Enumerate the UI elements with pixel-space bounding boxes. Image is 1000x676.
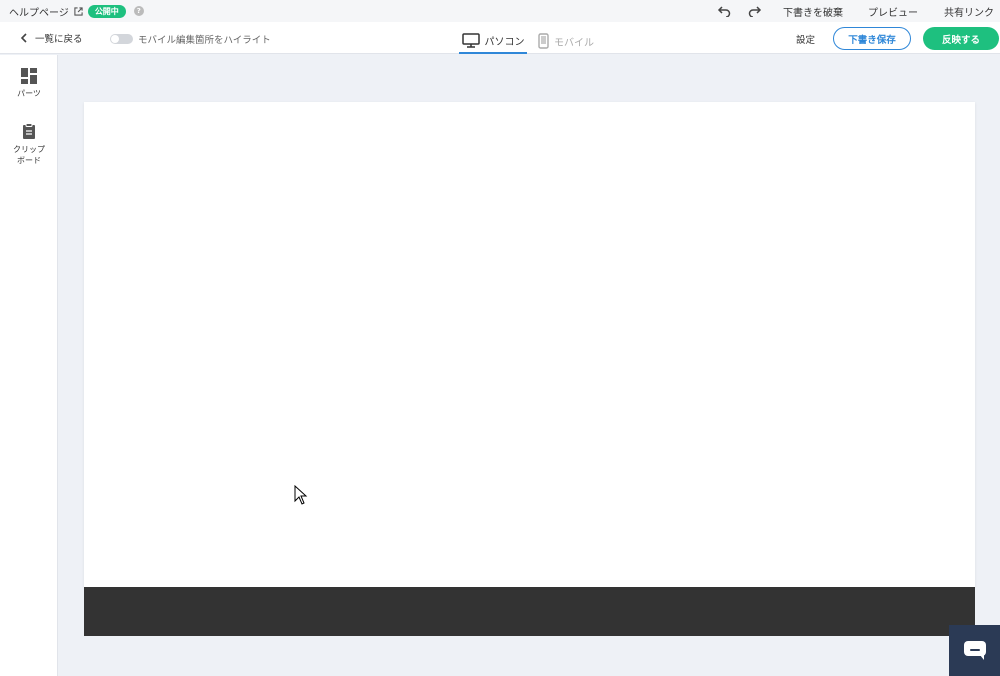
page-canvas[interactable] [84,102,975,587]
page-info: ヘルプページ 公開中 ? [0,4,144,19]
share-link-button[interactable]: 共有リンク [944,4,994,19]
chat-bubble-icon [963,640,986,660]
tab-mobile[interactable]: モバイル [538,28,594,54]
left-sidebar: パーツ クリップ ボード [0,55,58,676]
toggle-label: モバイル編集箇所をハイライト [138,35,271,46]
save-draft-button[interactable]: 下書き保存 [833,27,911,50]
tab-pc-label: パソコン [484,36,525,48]
publish-button[interactable]: 反映する [923,27,999,50]
status-badge: 公開中 [87,4,126,18]
tab-mobile-label: モバイル [554,37,594,49]
smartphone-icon [538,33,549,49]
tab-pc[interactable]: パソコン [459,28,527,54]
mouse-cursor-icon [294,484,308,509]
top-bar: ヘルプページ 公開中 ? 下書きを破棄 プレビュー 共有リンク [0,0,1000,22]
discard-draft-button[interactable]: 下書きを破棄 [783,4,843,19]
monitor-icon [461,32,480,48]
mobile-highlight-toggle[interactable]: モバイル編集箇所をハイライト [110,32,271,46]
parts-grid-icon [21,68,37,84]
help-icon[interactable]: ? [133,6,144,16]
clipboard-icon [23,123,35,139]
back-label: 一覧に戻る [35,34,83,45]
sidebar-item-label: パーツ [17,89,41,98]
editor-toolbar: 一覧に戻る モバイル編集箇所をハイライト パソコン モバイル 設定 下書き保存 … [0,22,1000,54]
external-link-icon[interactable] [74,6,83,16]
toggle-knob [111,35,119,43]
page-footer-section[interactable] [84,587,975,636]
sidebar-item-label: クリップ ボード [13,145,45,165]
redo-icon[interactable] [747,3,763,19]
sidebar-item-clipboard[interactable]: クリップ ボード [0,123,58,166]
chat-support-button[interactable] [949,625,1000,676]
preview-button[interactable]: プレビュー [868,4,918,19]
back-to-list-button[interactable]: 一覧に戻る [20,31,83,45]
sidebar-item-parts[interactable]: パーツ [0,68,58,99]
settings-button[interactable]: 設定 [796,32,815,46]
page-name[interactable]: ヘルプページ [9,4,69,19]
toggle-switch[interactable] [110,34,133,44]
chevron-left-icon [20,33,27,43]
undo-icon[interactable] [716,3,732,19]
